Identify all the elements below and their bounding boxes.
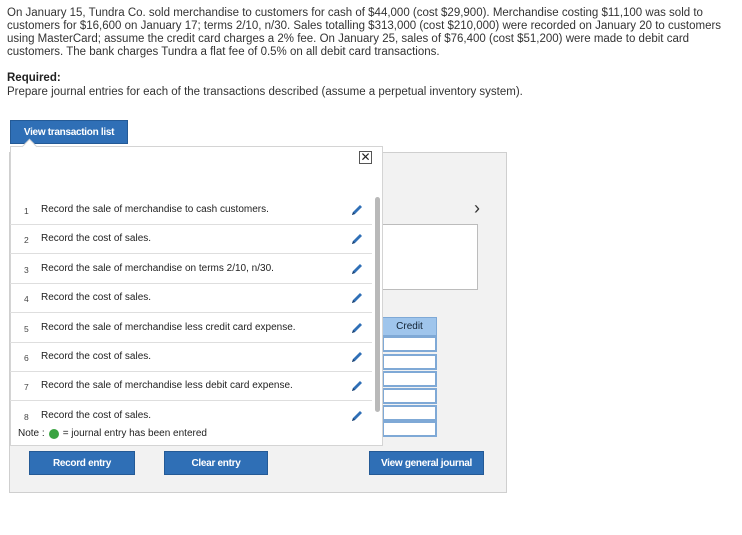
clear-entry-button[interactable]: Clear entry [164,451,268,475]
problem-statement: On January 15, Tundra Co. sold merchandi… [7,7,722,58]
transaction-row[interactable]: 4 Record the cost of sales. [10,284,372,313]
pencil-icon[interactable] [350,409,364,423]
transaction-row[interactable]: 8 Record the cost of sales. [10,402,372,424]
credit-input[interactable] [382,371,437,387]
transaction-number: 1 [24,206,29,216]
transaction-number: 5 [24,324,29,334]
pencil-icon[interactable] [350,350,364,364]
transaction-label: Record the cost of sales. [41,292,152,303]
transaction-number: 3 [24,265,29,275]
credit-input[interactable] [382,421,437,437]
transaction-label: Record the sale of merchandise to cash c… [41,204,269,215]
transaction-label: Record the sale of merchandise less cred… [41,322,296,333]
view-general-journal-button[interactable]: View general journal [369,451,484,475]
note-text: = journal entry has been entered [62,428,207,439]
transaction-number: 2 [24,235,29,245]
pencil-icon[interactable] [350,203,364,217]
transaction-label: Record the sale of merchandise on terms … [41,263,274,274]
close-icon[interactable]: ✕ [359,151,372,164]
transaction-label: Record the cost of sales. [41,351,152,362]
entry-legend-note: Note : = journal entry has been entered [18,428,207,439]
credit-input[interactable] [382,336,437,352]
credit-input[interactable] [382,405,437,421]
credit-column-header: Credit [382,317,437,336]
pencil-icon[interactable] [350,321,364,335]
pencil-icon[interactable] [350,232,364,246]
record-entry-button[interactable]: Record entry [29,451,135,475]
transaction-label: Record the sale of merchandise less debi… [41,380,293,391]
transaction-row[interactable]: 3 Record the sale of merchandise on term… [10,255,372,284]
transaction-number: 4 [24,294,29,304]
transaction-row[interactable]: 2 Record the cost of sales. [10,225,372,254]
transaction-number: 8 [24,412,29,422]
transaction-row[interactable]: 1 Record the sale of merchandise to cash… [10,196,372,225]
credit-input[interactable] [382,354,437,370]
transaction-row[interactable]: 7 Record the sale of merchandise less de… [10,372,372,401]
transaction-number: 6 [24,353,29,363]
transaction-number: 7 [24,382,29,392]
required-instructions: Prepare journal entries for each of the … [7,86,523,98]
credit-input[interactable] [382,388,437,404]
required-heading: Required: [7,72,61,84]
pencil-icon[interactable] [350,379,364,393]
transaction-label: Record the cost of sales. [41,233,152,244]
transaction-description-box [382,224,478,290]
pencil-icon[interactable] [350,291,364,305]
transaction-row[interactable]: 5 Record the sale of merchandise less cr… [10,314,372,343]
note-label: Note : [18,428,45,439]
pencil-icon[interactable] [350,262,364,276]
chevron-right-icon[interactable]: › [474,198,480,219]
popup-scrollbar[interactable] [375,197,380,412]
transaction-label: Record the cost of sales. [41,410,152,421]
transaction-row[interactable]: 6 Record the cost of sales. [10,343,372,372]
entered-status-dot-icon [48,428,59,439]
